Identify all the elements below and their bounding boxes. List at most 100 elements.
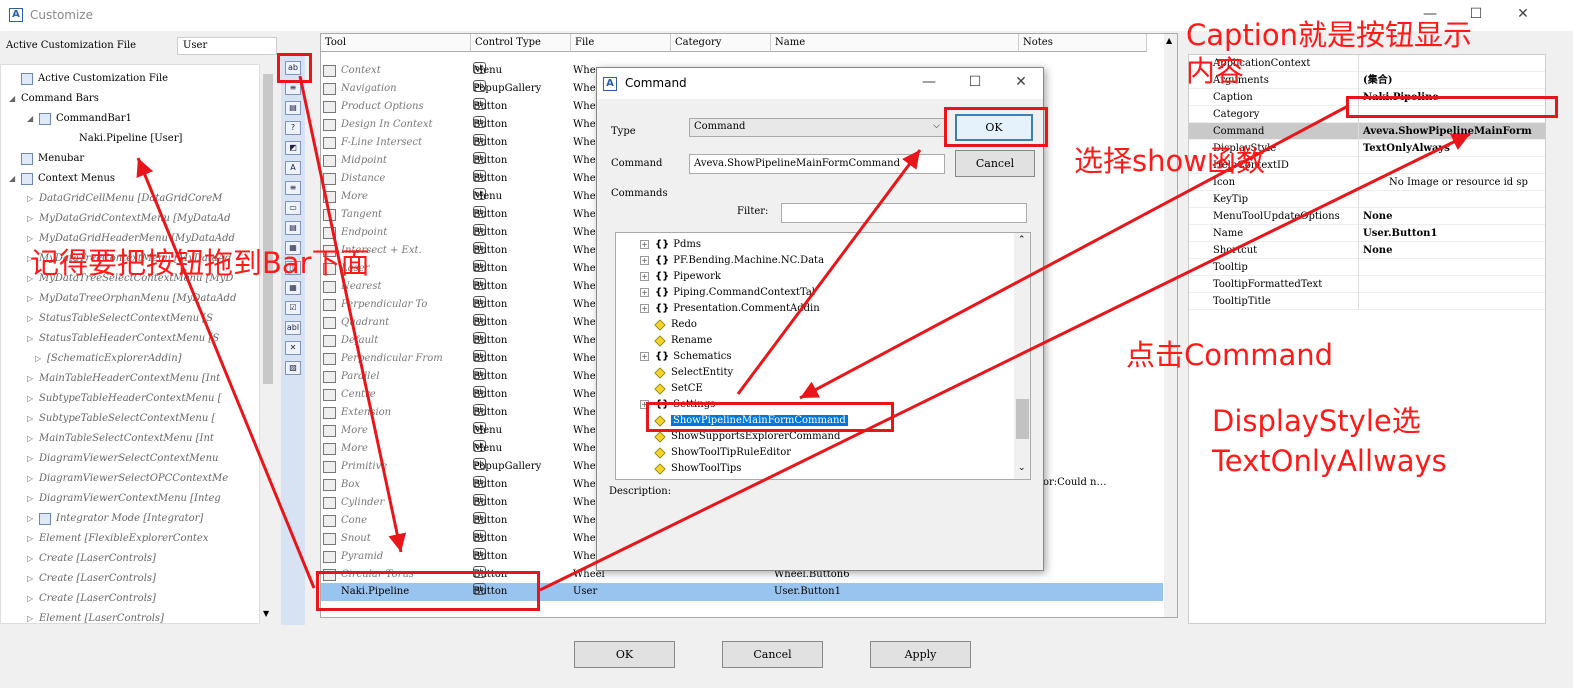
command-tree-item[interactable]: + {} PF.Bending.Machine.NC.Data — [616, 253, 824, 269]
tree-item[interactable]: ▷ MyDataGridContextMenu [MyDataAd — [27, 209, 231, 229]
property-row[interactable]: TooltipFormattedText — [1189, 276, 1545, 293]
property-value[interactable]: Aveva.ShowPipelineMainForm — [1363, 123, 1532, 140]
property-row[interactable]: Tooltip — [1189, 259, 1545, 276]
cancel-button[interactable]: Cancel — [722, 641, 823, 668]
property-value[interactable]: (集合) — [1363, 72, 1392, 89]
tree-item[interactable]: ◢ Context Menus — [9, 169, 115, 189]
toolstrip-button-icon[interactable]: A — [285, 161, 301, 175]
command-tree-item[interactable]: + {} Presentation.CommentAddin — [616, 301, 820, 317]
dialog-close-button[interactable]: ✕ — [1011, 74, 1031, 90]
tree-item[interactable]: ▷ StatusTableSelectContextMenu [S — [27, 309, 213, 329]
tree-item[interactable]: ▷ StatusTableHeaderContextMenu [S — [27, 329, 219, 349]
command-tree-item[interactable]: ShowToolTipRuleEditor — [616, 445, 791, 461]
collapsed-icon[interactable]: ▷ — [27, 489, 39, 509]
toolstrip-button-icon[interactable]: ☑ — [285, 301, 301, 315]
collapsed-icon[interactable]: ▷ — [27, 589, 39, 609]
collapsed-icon[interactable]: ▷ — [27, 569, 39, 589]
collapsed-icon[interactable]: ▷ — [27, 369, 39, 389]
tree-item[interactable]: ◢ CommandBar1 — [27, 109, 132, 129]
collapsed-icon[interactable]: ▷ — [27, 509, 39, 529]
col-header-tool[interactable]: Tool — [321, 34, 471, 52]
command-tree-item[interactable]: Redo — [616, 317, 697, 333]
command-tree-item[interactable]: SetCE — [616, 381, 703, 397]
acf-select[interactable]: User — [177, 37, 277, 55]
tree-scroll-thumb[interactable] — [263, 74, 273, 384]
command-tree-item[interactable]: + {} Pipework — [616, 269, 721, 285]
apply-button[interactable]: Apply — [870, 641, 971, 668]
expand-plus-icon[interactable]: + — [640, 256, 649, 265]
command-tree-item[interactable]: + {} Schematics — [616, 349, 731, 365]
expand-plus-icon[interactable]: + — [640, 240, 649, 249]
scroll-up-icon[interactable]: ▲ — [1166, 36, 1172, 45]
property-value[interactable]: None — [1363, 208, 1392, 225]
toolstrip-button-icon[interactable]: ◩ — [285, 141, 301, 155]
tree-item[interactable]: ▷ DiagramViewerSelectOPCContextMe — [27, 469, 228, 489]
tree-item[interactable]: ◢ Command Bars — [9, 89, 99, 109]
toolstrip-button-icon[interactable]: ✕ — [285, 341, 301, 355]
property-row[interactable]: TooltipTitle — [1189, 293, 1545, 310]
tree-item[interactable]: Active Customization File — [9, 69, 168, 89]
tree-item[interactable]: ▷ DataGridCellMenu [DataGridCoreM — [27, 189, 222, 209]
collapsed-icon[interactable]: ▷ — [27, 469, 39, 489]
tree-item[interactable]: ▷ Integrator Mode [Integrator] — [27, 509, 203, 529]
command-tree-item[interactable]: Rename — [616, 333, 712, 349]
property-value[interactable]: None — [1363, 242, 1392, 259]
tree-item[interactable]: ▷ SubtypeTableSelectContextMenu [ — [27, 409, 215, 429]
command-tree-item[interactable]: SelectEntity — [616, 365, 733, 381]
toolstrip-button-icon[interactable]: ? — [285, 121, 301, 135]
expand-plus-icon[interactable]: + — [640, 352, 649, 361]
property-row[interactable]: MenuToolUpdateOptions None — [1189, 208, 1545, 225]
command-tree-item[interactable]: ShowToolTips — [616, 461, 741, 477]
expanded-icon[interactable]: ◢ — [9, 89, 21, 109]
tree-item[interactable]: ▷ MyDataTreeOrphanMenu [MyDataAdd — [27, 289, 236, 309]
commands-scrollbar[interactable]: ⌃ ⌄ — [1014, 233, 1030, 479]
tree-item[interactable]: ▷ Element [FlexibleExplorerContex — [27, 529, 209, 549]
col-header-control-type[interactable]: Control Type — [471, 34, 571, 52]
dialog-cancel-button[interactable]: Cancel — [955, 150, 1035, 177]
tree-item[interactable]: ▷ DiagramViewerSelectContextMenu — [27, 449, 218, 469]
collapsed-icon[interactable]: ▷ — [27, 409, 39, 429]
collapsed-icon[interactable]: ▷ — [27, 289, 39, 309]
property-row[interactable]: Command Aveva.ShowPipelineMainForm — [1189, 123, 1545, 140]
tree-item[interactable]: ▷ Create [LaserControls] — [27, 569, 156, 589]
scroll-up-icon[interactable]: ⌃ — [1018, 235, 1026, 245]
grid-scrollbar[interactable]: ▲ — [1164, 34, 1177, 617]
toolstrip-button-icon[interactable]: ▤ — [285, 101, 301, 115]
dialog-maximize-button[interactable]: ☐ — [965, 74, 985, 90]
collapsed-icon[interactable]: ▷ — [27, 189, 39, 209]
scroll-down-icon[interactable]: ▼ — [263, 609, 269, 618]
tree-item[interactable]: ▷ DiagramViewerContextMenu [Integ — [27, 489, 221, 509]
tree-item[interactable]: Menubar — [9, 149, 84, 169]
expanded-icon[interactable]: ◢ — [27, 109, 39, 129]
command-tree-item[interactable]: + {} Piping.CommandContextTal — [616, 285, 815, 301]
property-value[interactable]: User.Button1 — [1363, 225, 1437, 242]
property-value[interactable]: TextOnlyAlways — [1363, 140, 1450, 157]
tree-item[interactable]: ▷ MainTableSelectContextMenu [Int — [27, 429, 214, 449]
collapsed-icon[interactable]: ▷ — [27, 309, 39, 329]
collapsed-icon[interactable]: ▷ — [27, 429, 39, 449]
property-row[interactable]: Shortcut None — [1189, 242, 1545, 259]
collapsed-icon[interactable]: ▷ — [27, 609, 39, 623]
expand-plus-icon[interactable]: + — [640, 272, 649, 281]
commands-tree[interactable]: +{} Pdms +{} PF.Bending.Machine.NC.Data +{} P… — [615, 232, 1031, 480]
dialog-minimize-button[interactable]: — — [919, 74, 939, 90]
tree-item[interactable]: ▷ [SchematicExplorerAddin] — [35, 349, 182, 369]
collapsed-icon[interactable]: ▷ — [27, 329, 39, 349]
tree-item[interactable]: ▷ SubtypeTableHeaderContextMenu [ — [27, 389, 222, 409]
toolstrip-button-icon[interactable]: ▦ — [285, 281, 301, 295]
tree-item[interactable]: Naki.Pipeline [User] — [67, 129, 182, 149]
close-button[interactable]: ✕ — [1513, 6, 1533, 22]
col-header-notes[interactable]: Notes — [1019, 34, 1147, 52]
expand-plus-icon[interactable]: + — [640, 304, 649, 313]
scroll-down-icon[interactable]: ⌄ — [1018, 463, 1026, 473]
command-input[interactable]: Aveva.ShowPipelineMainFormCommand — [689, 154, 945, 174]
commands-scroll-thumb[interactable] — [1016, 399, 1029, 439]
tree-item[interactable]: ▷ Create [LaserControls] — [27, 549, 156, 569]
filter-input[interactable] — [781, 203, 1027, 223]
tree-item[interactable]: ▷ Element [LaserControls] — [27, 609, 164, 623]
collapsed-icon[interactable]: ▷ — [35, 349, 47, 369]
collapsed-icon[interactable]: ▷ — [27, 549, 39, 569]
toolstrip-button-icon[interactable]: ≡ — [285, 181, 301, 195]
toolstrip-button-icon[interactable]: ▤ — [285, 221, 301, 235]
tree-item[interactable]: ▷ MainTableHeaderContextMenu [Int — [27, 369, 220, 389]
